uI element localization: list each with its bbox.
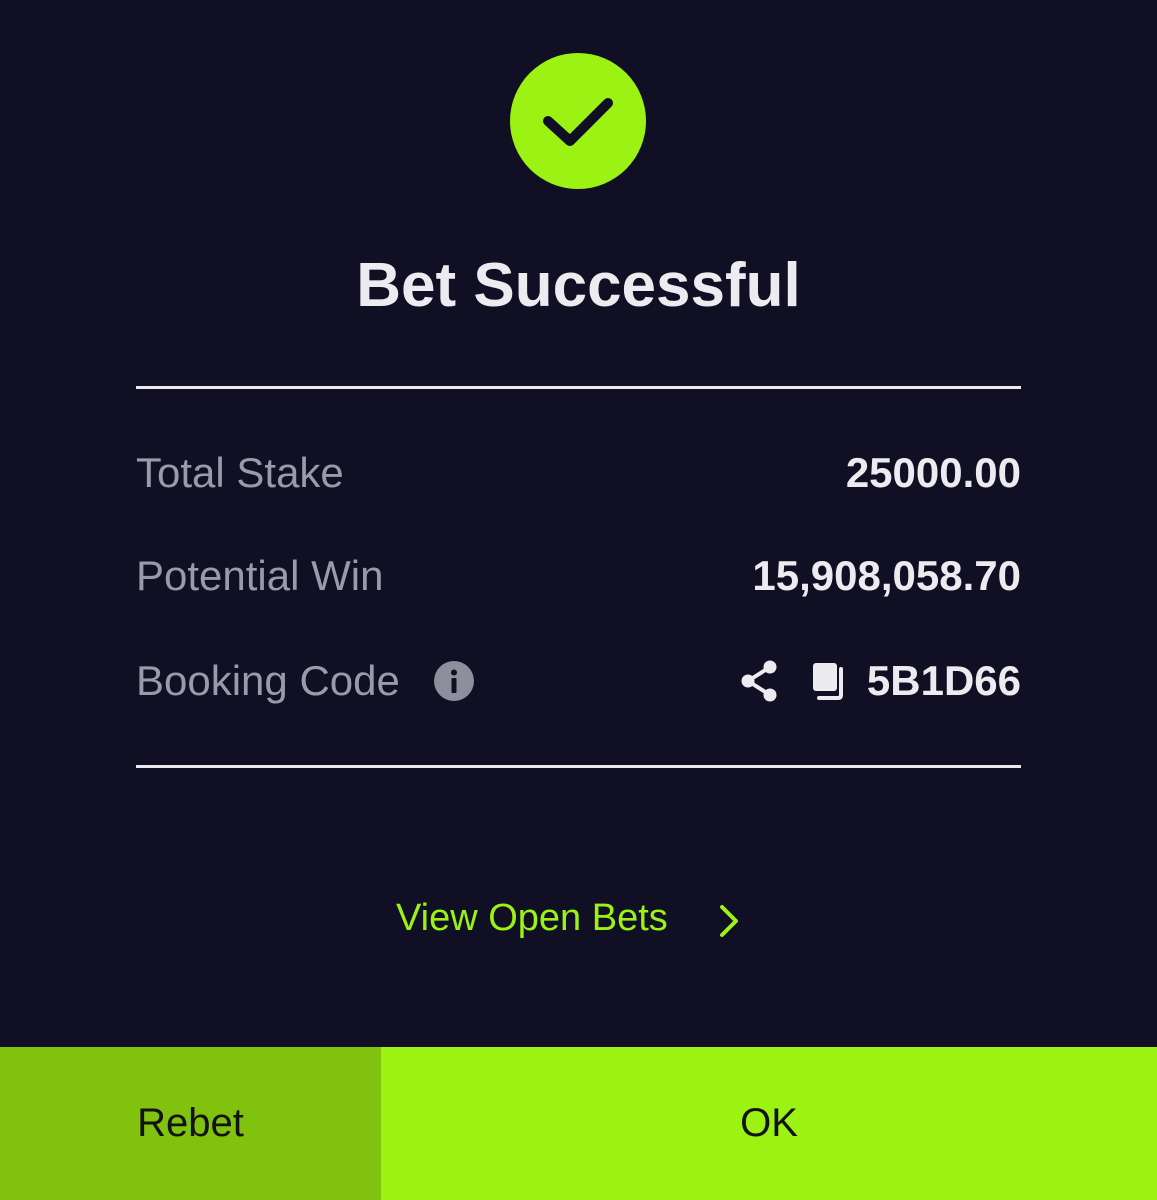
- ok-button[interactable]: OK: [381, 1047, 1157, 1200]
- potential-win-value: 15,908,058.70: [752, 552, 1021, 599]
- booking-code-label-group: Booking Code: [136, 657, 474, 705]
- share-icon[interactable]: [739, 659, 781, 703]
- potential-win-label: Potential Win: [136, 552, 384, 599]
- view-open-bets-label: View Open Bets: [396, 896, 668, 939]
- chevron-right-icon: [718, 904, 740, 938]
- rebet-button[interactable]: Rebet: [0, 1047, 381, 1200]
- copy-icon[interactable]: [811, 661, 847, 701]
- potential-win-row: Potential Win 15,908,058.70: [136, 546, 1021, 606]
- check-circle-icon: [510, 53, 646, 189]
- ok-button-label: OK: [740, 1101, 798, 1145]
- total-stake-value: 25000.00: [845, 449, 1021, 496]
- info-icon[interactable]: [433, 661, 474, 701]
- divider-bottom: [136, 765, 1021, 768]
- booking-code-value-group: 5B1D66: [739, 657, 1021, 705]
- booking-code-row: Booking Code 5B1D66: [136, 651, 1021, 711]
- total-stake-row: Total Stake 25000.00: [136, 443, 1021, 503]
- dialog-title: Bet Successful: [356, 251, 801, 320]
- bet-success-dialog: Bet Successful Total Stake 25000.00 Pote…: [0, 0, 1157, 1200]
- divider-top: [136, 386, 1021, 389]
- total-stake-label: Total Stake: [136, 449, 344, 496]
- booking-code-value[interactable]: 5B1D66: [867, 657, 1021, 705]
- view-open-bets-link[interactable]: View Open Bets: [396, 888, 740, 948]
- booking-code-label: Booking Code: [136, 657, 400, 704]
- rebet-button-label: Rebet: [137, 1101, 244, 1145]
